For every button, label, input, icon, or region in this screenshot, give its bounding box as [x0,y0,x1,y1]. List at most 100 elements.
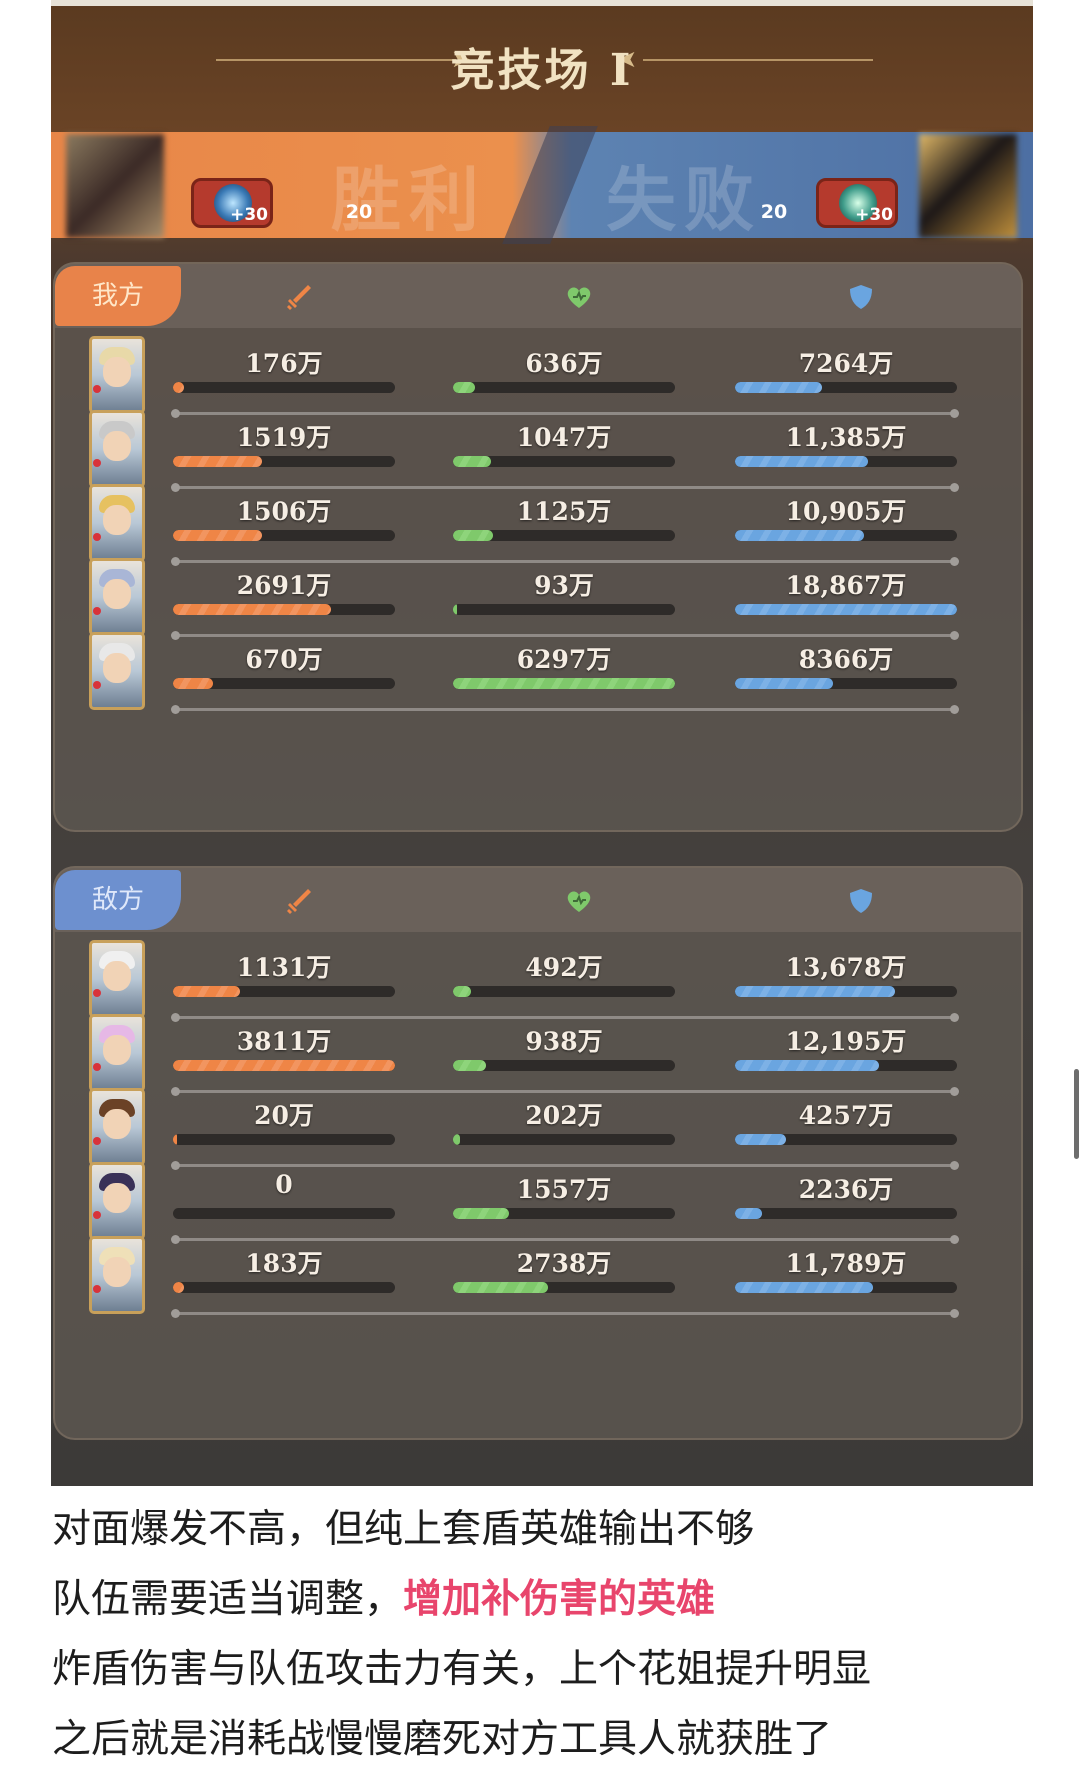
hero-portrait[interactable] [89,1162,145,1240]
damage-value: 1519万 [236,423,332,452]
shield-value: 13,678万 [785,953,907,982]
heal-bar [453,678,675,689]
hero-face [103,653,131,683]
shield-bar-fill [735,1282,873,1293]
shield-bar-fill [735,1208,762,1219]
hero-portrait[interactable] [89,1088,145,1166]
heal-bar-fill [453,382,476,393]
hero-stat-row: 0 1557万 2236万 [55,1160,1021,1244]
heart-icon [567,891,591,912]
hero-gem-icon [93,1063,101,1071]
damage-stat: 176万 [173,344,395,398]
enemy-team-panel: 敌方 1131万 492万 13,678万 3811万 938万 12,195万 20万 20… [53,866,1023,1440]
heal-value: 1557万 [516,1175,612,1204]
hero-face [103,1257,131,1287]
heal-stat: 636万 [453,344,675,398]
row-divider [171,1309,959,1318]
shield-value: 10,905万 [785,497,907,526]
shield-value: 4257万 [798,1101,894,1130]
heal-stat: 93万 [453,566,675,620]
caption-line-4: 之后就是消耗战慢慢磨死对方工具人就获胜了 [52,1717,833,1762]
heal-stat: 1557万 [453,1170,675,1224]
hero-portrait[interactable] [89,940,145,1018]
arena-title-row: ➤ ➤ 竞技场 I [51,30,1033,96]
hero-face [103,431,131,461]
damage-value: 3811万 [236,1027,332,1056]
heal-bar [453,986,675,997]
hero-gem-icon [93,1137,101,1145]
damage-bar [173,1134,395,1145]
player-right-rank-badge: +30 [816,178,898,228]
enemy-team-tab[interactable]: 敌方 [55,870,181,930]
hero-face [103,1183,131,1213]
damage-value: 0 [275,1170,293,1199]
damage-bar [173,1282,395,1293]
shield-stat: 2236万 [735,1170,957,1224]
hero-stat-row: 20万 202万 4257万 [55,1086,1021,1170]
heal-bar [453,604,675,615]
result-right-watermark: 失败 [606,158,762,241]
shield-bar-fill [735,1060,880,1071]
hero-face [103,579,131,609]
damage-bar [173,1208,395,1219]
damage-value: 1131万 [236,953,332,982]
hero-portrait[interactable] [89,484,145,562]
shield-bar [735,530,957,541]
heal-stat: 1125万 [453,492,675,546]
hero-portrait[interactable] [89,558,145,636]
hero-portrait[interactable] [89,1014,145,1092]
shield-stat: 11,789万 [735,1244,957,1298]
heal-bar-fill [453,986,471,997]
heal-bar [453,1134,675,1145]
damage-bar-fill [173,530,262,541]
heal-bar [453,1208,675,1219]
damage-bar [173,382,395,393]
player-right-avatar[interactable] [919,134,1017,238]
heal-bar-fill [453,1282,549,1293]
scrollbar[interactable] [1074,1069,1079,1159]
panel-header: 我方 [55,264,1021,328]
hero-face [103,505,131,535]
heal-stat: 202万 [453,1096,675,1150]
damage-bar [173,1060,395,1071]
shield-bar [735,986,957,997]
hero-gem-icon [93,1285,101,1293]
game-screenshot: ➤ ➤ 竞技场 I 胜利 失败 +30 20 20 +30 我方 176万 63… [51,0,1033,1486]
hero-gem-icon [93,989,101,997]
damage-value: 20万 [254,1101,314,1130]
heal-bar [453,1282,675,1293]
shield-stat: 11,385万 [735,418,957,472]
shield-bar-fill [735,456,869,467]
heal-bar-fill [453,678,675,689]
damage-bar [173,604,395,615]
shield-bar-fill [735,986,895,997]
damage-stat: 2691万 [173,566,395,620]
shield-stat: 12,195万 [735,1022,957,1076]
heal-bar [453,382,675,393]
hero-portrait[interactable] [89,632,145,710]
heal-value: 93万 [534,571,594,600]
heal-bar-fill [453,1134,460,1145]
player-left-avatar[interactable] [66,134,164,238]
hero-stat-row: 1506万 1125万 10,905万 [55,482,1021,566]
heal-stat: 2738万 [453,1244,675,1298]
damage-bar-fill [173,382,185,393]
damage-stat: 1506万 [173,492,395,546]
shield-bar [735,382,957,393]
hero-portrait[interactable] [89,410,145,488]
heal-value: 636万 [525,349,603,378]
hero-portrait[interactable] [89,336,145,414]
shield-stat: 10,905万 [735,492,957,546]
hero-portrait[interactable] [89,1236,145,1314]
heal-bar [453,456,675,467]
damage-value: 2691万 [236,571,332,600]
our-team-tab[interactable]: 我方 [55,266,181,326]
heal-value: 6297万 [516,645,612,674]
hero-gem-icon [93,1211,101,1219]
hero-face [103,1035,131,1065]
heal-bar-fill [453,1208,509,1219]
damage-bar [173,530,395,541]
shield-value: 11,789万 [785,1249,907,1278]
shield-bar [735,678,957,689]
damage-bar-fill [173,604,331,615]
